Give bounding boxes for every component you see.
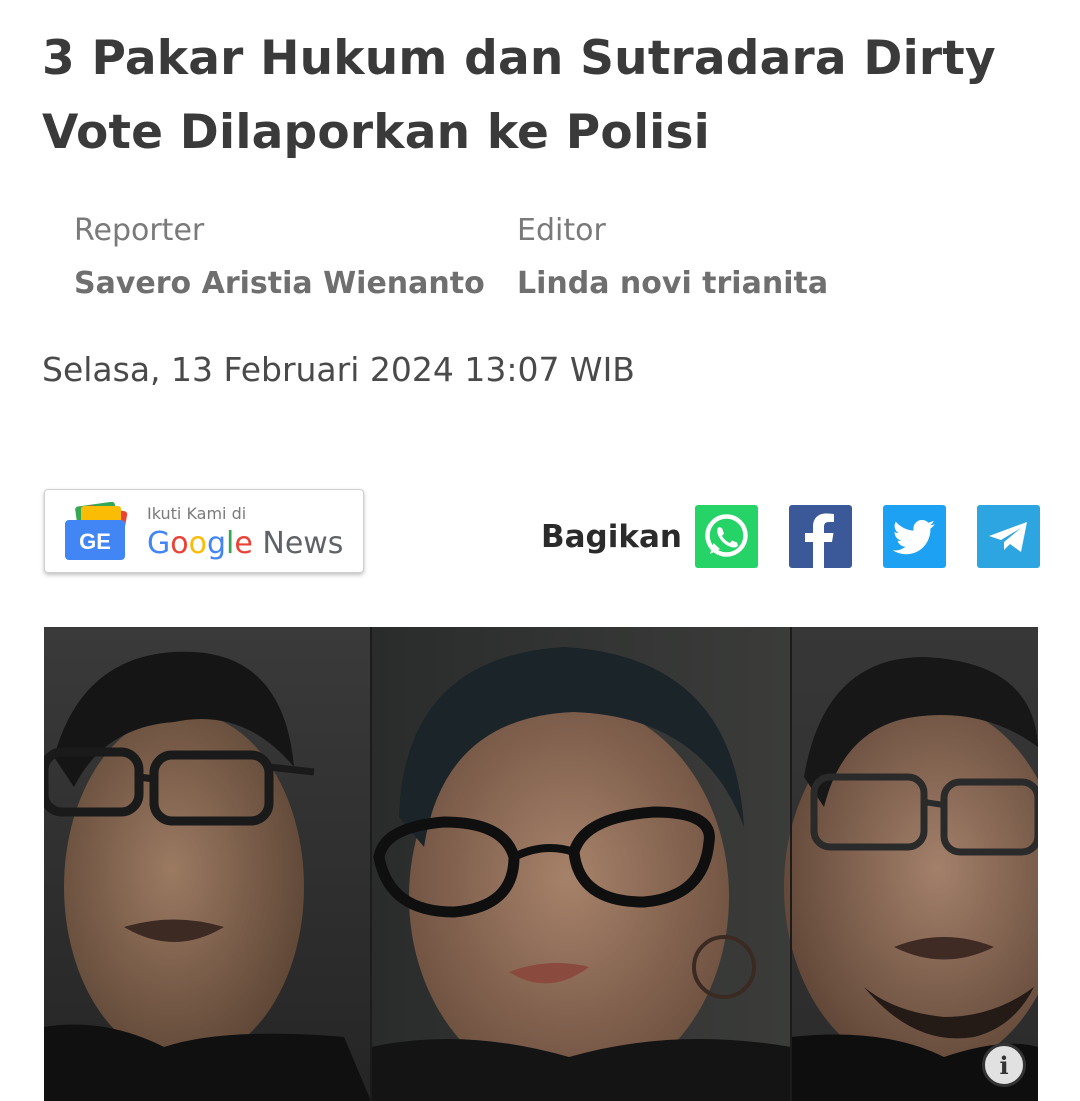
editor-label: Editor — [517, 213, 606, 248]
publish-date: Selasa, 13 Februari 2024 13:07 WIB — [42, 350, 635, 389]
share-whatsapp-button[interactable] — [695, 505, 758, 568]
share-facebook-button[interactable] — [789, 505, 852, 568]
share-telegram-button[interactable] — [977, 505, 1040, 568]
google-news-brand: Google News — [147, 526, 344, 561]
editor-block: Editor Linda novi trianita — [517, 210, 828, 305]
telegram-icon — [989, 522, 1027, 552]
google-news-icon: GE — [65, 502, 128, 560]
google-news-small-text: Ikuti Kami di — [147, 504, 247, 523]
google-news-follow-button[interactable]: GE Ikuti Kami di Google News — [44, 489, 364, 573]
reporter-label: Reporter — [74, 213, 205, 248]
article-photo-image — [44, 627, 1038, 1101]
info-icon[interactable]: i — [982, 1043, 1026, 1087]
share-twitter-button[interactable] — [883, 505, 946, 568]
article-title: 3 Pakar Hukum dan Sutradara Dirty Vote D… — [42, 31, 996, 160]
article-photo[interactable]: i — [44, 627, 1038, 1101]
reporter-name[interactable]: Savero Aristia Wienanto — [74, 263, 485, 305]
whatsapp-icon — [705, 514, 748, 557]
editor-name[interactable]: Linda novi trianita — [517, 263, 828, 305]
twitter-icon — [892, 520, 935, 555]
google-news-label: News — [262, 526, 344, 561]
reporter-block: Reporter Savero Aristia Wienanto — [74, 210, 485, 305]
facebook-icon — [805, 513, 834, 568]
google-news-logo-letters: GE — [79, 529, 111, 554]
share-label: Bagikan — [541, 519, 682, 555]
